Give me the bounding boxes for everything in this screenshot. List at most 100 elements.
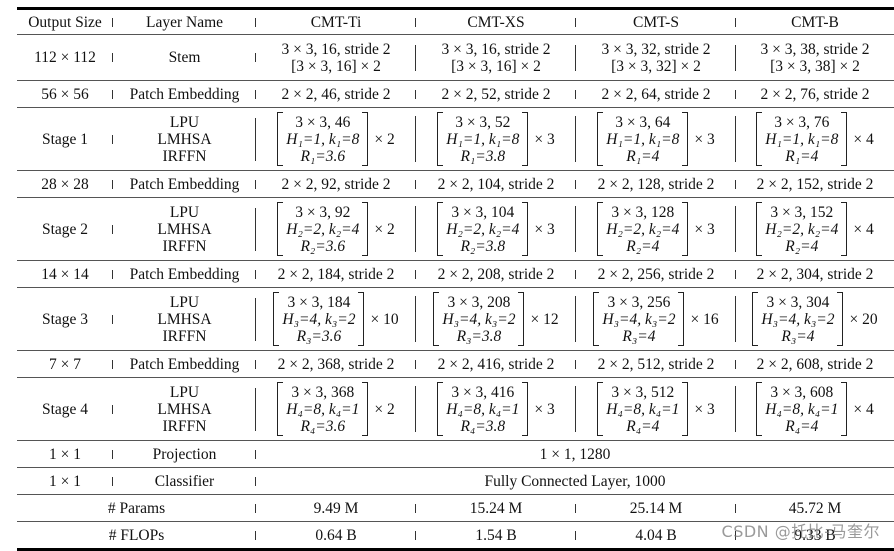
patch-embedding-value: 2 × 2, 128, stride 2 (576, 176, 736, 193)
ffn-ratio: R₂=4 (626, 237, 660, 255)
stage-config-cell: 3 × 3, 256 H₃=4, k₃=2 R₃=4 × 16 (576, 292, 736, 346)
patch-embedding-row: 28 × 28 Patch Embedding 2 × 2, 92, stride … (17, 171, 894, 198)
output-size: 28 × 28 (17, 176, 113, 193)
ffn-ratio: R₂=4 (785, 237, 819, 255)
flops-label: # FLOPs (17, 527, 256, 544)
patch-embedding-value: 2 × 2, 256, stride 2 (576, 266, 736, 283)
right-bracket (522, 112, 529, 166)
stage-name: Stage 3 (17, 311, 113, 328)
attention-config: H₄=8, k₄=1 (446, 400, 520, 418)
conv-config: 3 × 3, 416 (451, 383, 515, 401)
stem-line1: 3 × 3, 38, stride 2 (760, 40, 870, 58)
repeat-count: × 3 (694, 220, 715, 238)
flops-value: 1.54 B (416, 527, 576, 544)
layer-lpu: LPU (169, 113, 200, 131)
stage-config-cell: 3 × 3, 104 H₂=2, k₂=4 R₂=3.8 × 3 (416, 202, 576, 256)
repeat-count: × 3 (534, 130, 555, 148)
stem-cell: 3 × 3, 32, stride 2 [3 × 3, 32] × 2 (576, 41, 736, 75)
output-size: 112 × 112 (17, 49, 113, 66)
header-row: Output Size Layer Name CMT-Ti CMT-XS CMT… (17, 10, 894, 35)
header-cmt-b: CMT-B (791, 13, 839, 31)
conv-config: 3 × 3, 608 (770, 383, 834, 401)
config-matrix: 3 × 3, 46 H₁=1, k₁=8 R₁=3.6 (277, 112, 369, 166)
config-matrix: 3 × 3, 256 H₃=4, k₃=2 R₃=4 (593, 292, 685, 346)
attention-config: H₃=4, k₃=2 (602, 310, 676, 328)
flops-value: 0.64 B (256, 527, 416, 544)
stem-cell: 3 × 3, 16, stride 2 [3 × 3, 16] × 2 (416, 41, 576, 75)
layer-name: Patch Embedding (113, 356, 256, 373)
stage-row: Stage 3 LPU LMHSA IRFFN 3 × 3, 184 H₃=4, k₃=2… (17, 288, 894, 351)
params-value: 9.49 M (256, 500, 416, 517)
classifier-row: 1 × 1 Classifier Fully Connected Layer, … (17, 468, 894, 495)
attention-config: H₂=2, k₂=4 (286, 220, 360, 238)
layer-irffn: IRFFN (162, 237, 207, 255)
right-bracket (678, 292, 685, 346)
patch-embedding-value: 2 × 2, 304, stride 2 (756, 265, 874, 283)
stage-config-cell: 3 × 3, 416 H₄=8, k₄=1 R₄=3.8 × 3 (416, 382, 576, 436)
config-matrix: 3 × 3, 128 H₂=2, k₂=4 R₂=4 (597, 202, 689, 256)
stem-cell: 3 × 3, 16, stride 2 [3 × 3, 16] × 2 (256, 41, 416, 75)
right-bracket (682, 112, 689, 166)
header-layer-name: Layer Name (113, 14, 256, 31)
ffn-ratio: R₁=3.6 (300, 147, 346, 165)
attention-config: H₁=1, k₁=8 (606, 130, 680, 148)
conv-config: 3 × 3, 304 (766, 293, 830, 311)
stage-config-cell: 3 × 3, 64 H₁=1, k₁=8 R₁=4 × 3 (576, 112, 736, 166)
right-bracket (358, 292, 365, 346)
stage-name: Stage 4 (17, 401, 113, 418)
stem-line2: [3 × 3, 32] × 2 (611, 57, 701, 75)
attention-config: H₁=1, k₁=8 (286, 130, 360, 148)
conv-config: 3 × 3, 208 (447, 293, 511, 311)
ffn-ratio: R₄=4 (785, 417, 819, 435)
attention-config: H₃=4, k₃=2 (761, 310, 835, 328)
patch-embedding-value: 2 × 2, 608, stride 2 (756, 355, 874, 373)
patch-embedding-value: 2 × 2, 104, stride 2 (416, 176, 576, 193)
stem-line1: 3 × 3, 16, stride 2 (441, 40, 551, 58)
stage-config-cell: 3 × 3, 608 H₄=8, k₄=1 R₄=4 × 4 (736, 382, 894, 436)
stage-config-cell: 3 × 3, 76 H₁=1, k₁=8 R₁=4 × 4 (736, 112, 894, 166)
layer-lmhsa: LMHSA (157, 130, 212, 148)
ffn-ratio: R₄=3.6 (300, 417, 346, 435)
architecture-table: Output Size Layer Name CMT-Ti CMT-XS CMT… (17, 7, 894, 551)
stage-row: Stage 2 LPU LMHSA IRFFN 3 × 3, 92 H₂=2, k₂=4 R… (17, 198, 894, 261)
repeat-count: × 4 (853, 220, 874, 238)
ffn-ratio: R₂=3.8 (460, 237, 506, 255)
config-matrix: 3 × 3, 608 H₄=8, k₄=1 R₄=4 (756, 382, 848, 436)
stage-layers: LPU LMHSA IRFFN (113, 294, 256, 345)
repeat-count: × 16 (690, 310, 719, 328)
config-matrix: 3 × 3, 208 H₃=4, k₃=2 R₃=3.8 (433, 292, 525, 346)
layer-lmhsa: LMHSA (157, 310, 212, 328)
config-matrix: 3 × 3, 76 H₁=1, k₁=8 R₁=4 (756, 112, 848, 166)
right-bracket (362, 382, 369, 436)
output-size: 7 × 7 (17, 356, 113, 373)
conv-config: 3 × 3, 46 (295, 113, 351, 131)
config-matrix: 3 × 3, 512 H₄=8, k₄=1 R₄=4 (597, 382, 689, 436)
layer-name: Classifier (113, 473, 256, 490)
layer-name: Stem (113, 49, 256, 66)
stem-line1: 3 × 3, 16, stride 2 (281, 40, 391, 58)
repeat-count: × 3 (694, 130, 715, 148)
patch-embedding-value: 2 × 2, 52, stride 2 (416, 86, 576, 103)
repeat-count: × 2 (374, 130, 395, 148)
params-value: 15.24 M (416, 500, 576, 517)
ffn-ratio: R₁=4 (785, 147, 819, 165)
config-matrix: 3 × 3, 152 H₂=2, k₂=4 R₂=4 (756, 202, 848, 256)
output-size: 56 × 56 (17, 86, 113, 103)
patch-embedding-value: 2 × 2, 76, stride 2 (760, 85, 870, 103)
attention-config: H₂=2, k₂=4 (446, 220, 520, 238)
attention-config: H₁=1, k₁=8 (765, 130, 839, 148)
attention-config: H₄=8, k₄=1 (286, 400, 360, 418)
conv-config: 3 × 3, 76 (774, 113, 830, 131)
attention-config: H₃=4, k₃=2 (282, 310, 356, 328)
patch-embedding-value: 2 × 2, 64, stride 2 (576, 86, 736, 103)
params-value: 25.14 M (576, 500, 736, 517)
conv-config: 3 × 3, 92 (295, 203, 351, 221)
stem-line2: [3 × 3, 38] × 2 (770, 57, 860, 75)
repeat-count: × 3 (534, 400, 555, 418)
stage-config-cell: 3 × 3, 128 H₂=2, k₂=4 R₂=4 × 3 (576, 202, 736, 256)
layer-name: Patch Embedding (113, 86, 256, 103)
layer-name: Patch Embedding (113, 176, 256, 193)
layer-lmhsa: LMHSA (157, 220, 212, 238)
config-matrix: 3 × 3, 416 H₄=8, k₄=1 R₄=3.8 (437, 382, 529, 436)
patch-embedding-row: 14 × 14 Patch Embedding 2 × 2, 184, stride… (17, 261, 894, 288)
